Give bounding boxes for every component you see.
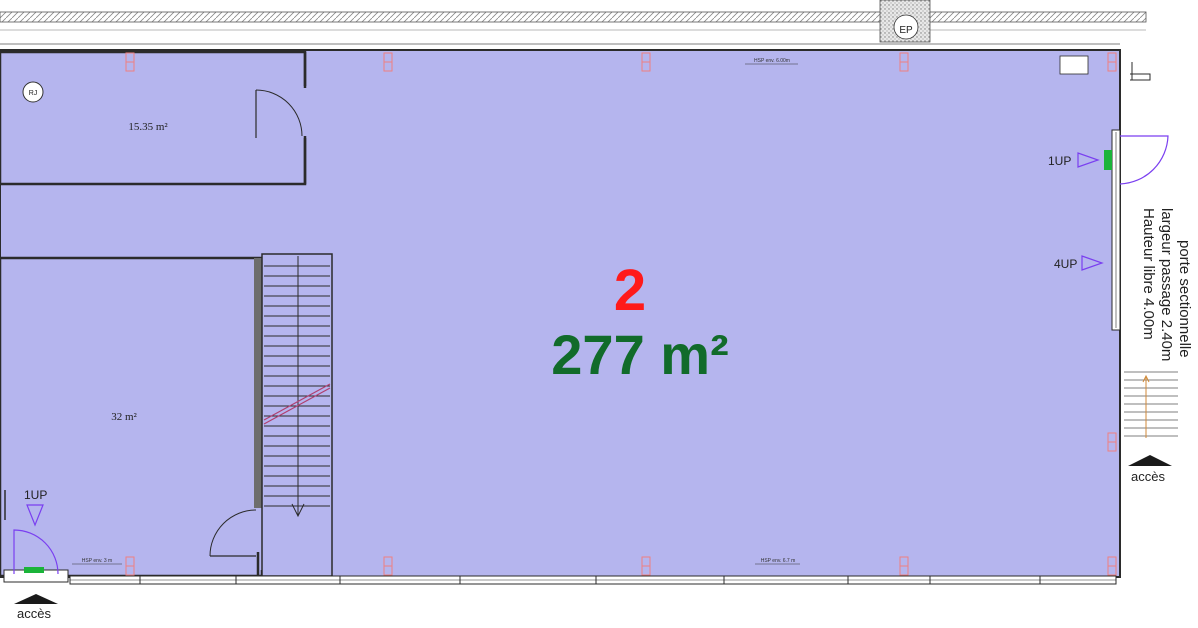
hsp-label-bottom-left: HSP env. 3 m [82,558,112,564]
floor-plan: 15.35 m² 32 m² RJ EP 2 277 m² 1UP 4UP 1U… [0,0,1193,621]
lot-area: 277 m² [551,323,728,386]
door-note-line-1: porte sectionnelle [1176,240,1193,358]
access-label-right: accès [1131,469,1165,484]
access-arrow-right-icon [1128,455,1172,466]
up-label-right-mid: 4UP [1054,257,1077,271]
door-note-line-2: largeur passage 2.40m [1158,208,1175,361]
up-label-left: 1UP [24,488,47,502]
hsp-label-bottom-mid: HSP env. 6.7 m [761,558,796,564]
left-room-area-label: 32 m² [111,411,137,423]
access-label-left: accès [17,606,51,621]
ep-label: EP [899,25,913,36]
door-note: porte sectionnelle largeur passage 2.40m… [1140,208,1193,361]
up-label-right-top: 1UP [1048,154,1071,168]
hsp-label-top: HSP env. 6.00m [754,58,790,64]
door-note-line-3: Hauteur libre 4.00m [1140,208,1157,340]
office-area-label: 15.35 m² [128,121,168,133]
exterior-wall-band [0,11,1147,23]
lot-number: 2 [614,258,646,323]
exit-sign-right [1104,150,1112,170]
exit-sign-left [24,567,44,573]
access-arrow-left-icon [14,594,58,604]
rj-label: RJ [29,90,38,97]
